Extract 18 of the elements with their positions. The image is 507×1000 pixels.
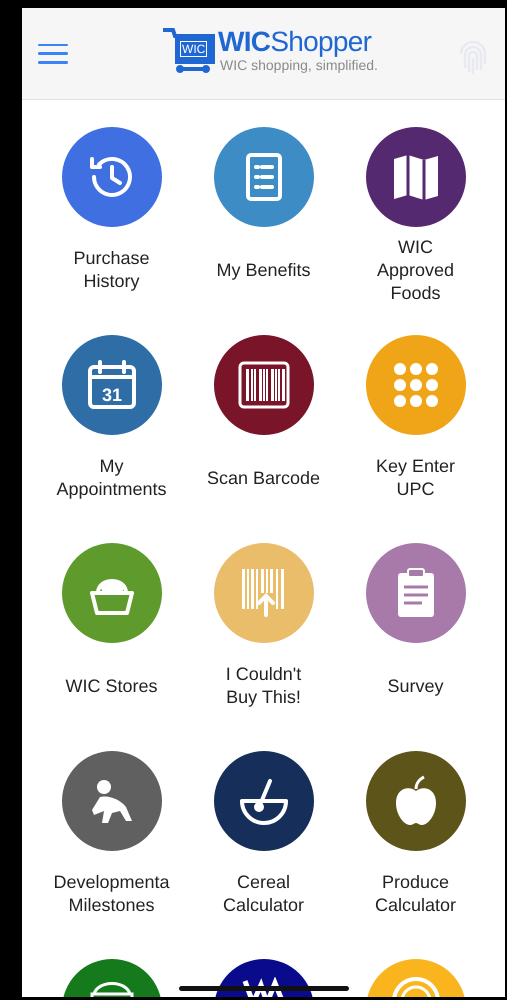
feature-label: Developmenta Milestones	[52, 871, 171, 917]
feature-label: My Appointments	[55, 455, 168, 501]
feature-button[interactable]: 31	[62, 335, 162, 435]
feature-label: Purchase History	[72, 247, 151, 293]
feature-label: WIC Approved Foods	[376, 236, 456, 304]
logo-badge: WIC	[180, 40, 208, 56]
app-tagline: WIC shopping, simplified.	[220, 56, 378, 72]
feature-label: Produce Calculator	[374, 871, 458, 917]
feature-label: Survey	[386, 674, 445, 698]
menu-button[interactable]	[38, 44, 68, 64]
feature-label: WIC Stores	[64, 674, 158, 698]
feature-label: I Couldn't Buy This!	[224, 663, 302, 709]
feature-label: Key Enter UPC	[374, 455, 456, 501]
feature-label: My Benefits	[215, 258, 312, 282]
feature-label: Scan Barcode	[206, 466, 322, 490]
app-title: WICShopper	[218, 26, 372, 56]
cart-icon	[162, 26, 216, 74]
feature-label: Cereal Calculator	[222, 871, 306, 917]
